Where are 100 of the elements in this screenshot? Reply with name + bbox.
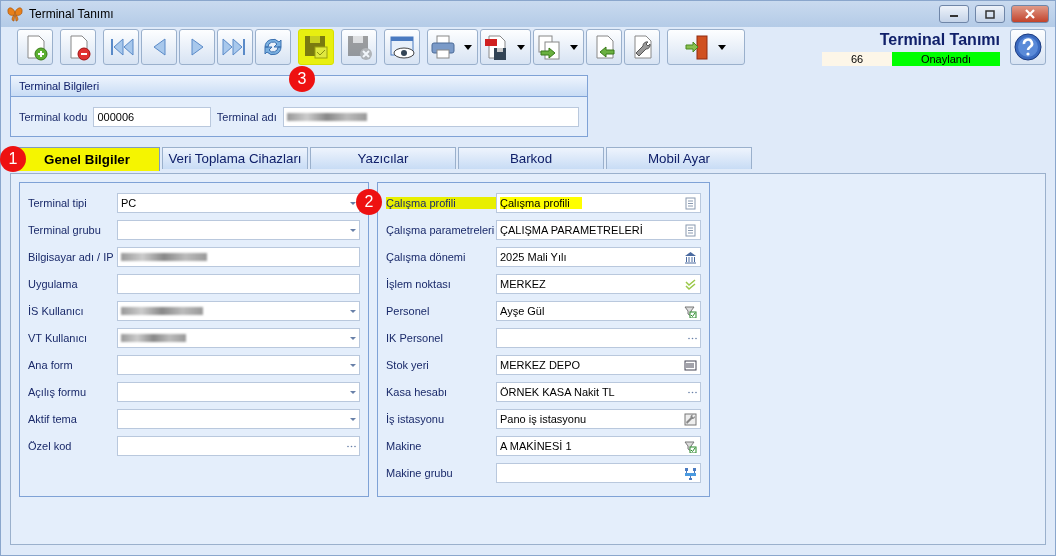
save-check-icon — [302, 33, 330, 61]
exit-door-icon — [682, 33, 711, 61]
field-label: Ana form — [28, 359, 74, 371]
caret-icon — [517, 44, 525, 50]
field-label: Stok yeri — [386, 359, 430, 371]
record-number: 66 — [822, 52, 892, 66]
dropdown-field[interactable] — [117, 382, 360, 402]
text-field[interactable] — [282, 107, 579, 127]
text-field[interactable] — [496, 328, 701, 348]
field-label: Makine — [386, 440, 423, 452]
bank-icon — [684, 250, 697, 264]
text-field[interactable]: Pano iş istasyonu — [496, 409, 701, 429]
network-icon — [684, 466, 697, 480]
filter-check-icon — [684, 439, 697, 453]
field-label: Terminal kodu — [19, 111, 88, 123]
field-label: Bilgisayar adı / IP — [28, 251, 115, 263]
field-label: Çalışma profili — [386, 197, 496, 209]
caret-icon — [570, 44, 578, 50]
field-label: İS Kullanıcı — [28, 305, 85, 317]
field-label: Açılış formu — [28, 386, 88, 398]
export-document-icon — [535, 33, 563, 61]
text-field[interactable] — [117, 436, 360, 456]
field-value: Ayşe Gül — [500, 305, 545, 317]
window-title: Terminal Tanımı — [29, 7, 115, 21]
barcode-icon — [684, 358, 697, 372]
field-label: Çalışma parametreleri — [386, 224, 496, 236]
status-label: Onaylandı — [892, 52, 1000, 66]
text-field[interactable]: 000006 — [93, 107, 211, 127]
field-label: Aktif tema — [28, 413, 78, 425]
wrench-icon — [684, 412, 697, 426]
printer-icon — [429, 33, 457, 61]
toolbar-button[interactable] — [384, 29, 420, 65]
field-value: 2025 Mali Yılı — [500, 251, 567, 263]
field-value: MERKEZ DEPO — [500, 359, 581, 371]
field-value: ÇALIŞMA PARAMETRELERİ — [500, 224, 643, 236]
field-label: IK Personel — [386, 332, 444, 344]
field-label: Özel kod — [28, 440, 73, 452]
window-eye-icon — [388, 33, 416, 61]
dropdown-arrow-icon — [350, 363, 356, 367]
text-field[interactable]: 2025 Mali Yılı — [496, 247, 701, 267]
dropdown-field[interactable] — [117, 301, 360, 321]
help-button[interactable] — [1010, 29, 1046, 65]
toolbar-button[interactable] — [60, 29, 96, 65]
save-cancel-icon — [345, 33, 373, 61]
dropdown-arrow-icon — [350, 309, 356, 313]
tab[interactable]: Yazıcılar — [310, 147, 456, 169]
text-field[interactable] — [117, 247, 360, 267]
dropdown-field[interactable] — [117, 355, 360, 375]
toolbar-button[interactable] — [255, 29, 291, 65]
close-button[interactable] — [1011, 5, 1049, 23]
text-field[interactable]: MERKEZ — [496, 274, 701, 294]
field-label: Uygulama — [28, 278, 79, 290]
caret-icon — [464, 44, 472, 50]
help-icon — [1013, 32, 1043, 62]
dropdown-field[interactable]: PC — [117, 193, 360, 213]
dropdown-field[interactable] — [117, 409, 360, 429]
field-label: İşlem noktası — [386, 278, 452, 290]
text-field[interactable]: ÖRNEK KASA Nakit TL — [496, 382, 701, 402]
ellipsis-icon — [347, 444, 356, 448]
field-label: Personel — [386, 305, 431, 317]
list-icon — [684, 196, 697, 210]
field-value: Çalışma profili — [500, 197, 582, 209]
text-field[interactable]: A MAKİNESİ 1 — [496, 436, 701, 456]
maximize-button[interactable] — [975, 5, 1005, 23]
field-label: Terminal tipi — [28, 197, 88, 209]
close-icon — [1023, 9, 1037, 19]
dropdown-arrow-icon — [350, 417, 356, 421]
text-field[interactable]: Ayşe Gül — [496, 301, 701, 321]
text-field[interactable] — [496, 463, 701, 483]
text-field[interactable]: MERKEZ DEPO — [496, 355, 701, 375]
text-field[interactable]: ÇALIŞMA PARAMETRELERİ — [496, 220, 701, 240]
text-field[interactable] — [117, 274, 360, 294]
dropdown-arrow-icon — [350, 336, 356, 340]
form-title: Terminal Tanımı — [879, 31, 1000, 49]
butterfly-icon — [7, 6, 23, 22]
field-value: Pano iş istasyonu — [500, 413, 587, 425]
text-field[interactable]: Çalışma profili — [496, 193, 701, 213]
tab[interactable]: Veri Toplama Cihazları — [162, 147, 308, 169]
field-value: MERKEZ — [500, 278, 546, 290]
step-number-badge: 1 — [0, 146, 26, 172]
field-label: İş istasyonu — [386, 413, 446, 425]
dropdown-field[interactable] — [117, 220, 360, 240]
ellipsis-icon — [688, 336, 697, 340]
step-number-badge: 2 — [356, 189, 382, 215]
field-label: Kasa hesabı — [386, 386, 449, 398]
tab[interactable]: Barkod — [458, 147, 604, 169]
field-label: VT Kullanıcı — [28, 332, 89, 344]
field-label: Terminal adı — [216, 111, 277, 123]
toolbar-button[interactable] — [667, 29, 745, 65]
filter-check-icon — [684, 304, 697, 318]
list-icon — [684, 223, 697, 237]
field-label: Çalışma dönemi — [386, 251, 467, 263]
toolbar-button[interactable] — [624, 29, 660, 65]
dropdown-field[interactable] — [117, 328, 360, 348]
checkmark-icon — [684, 277, 697, 291]
minimize-button[interactable] — [939, 5, 969, 23]
dropdown-arrow-icon — [350, 228, 356, 232]
dropdown-arrow-icon — [350, 390, 356, 394]
toolbar-button[interactable] — [480, 29, 531, 65]
tab[interactable]: Mobil Ayar — [606, 147, 752, 169]
